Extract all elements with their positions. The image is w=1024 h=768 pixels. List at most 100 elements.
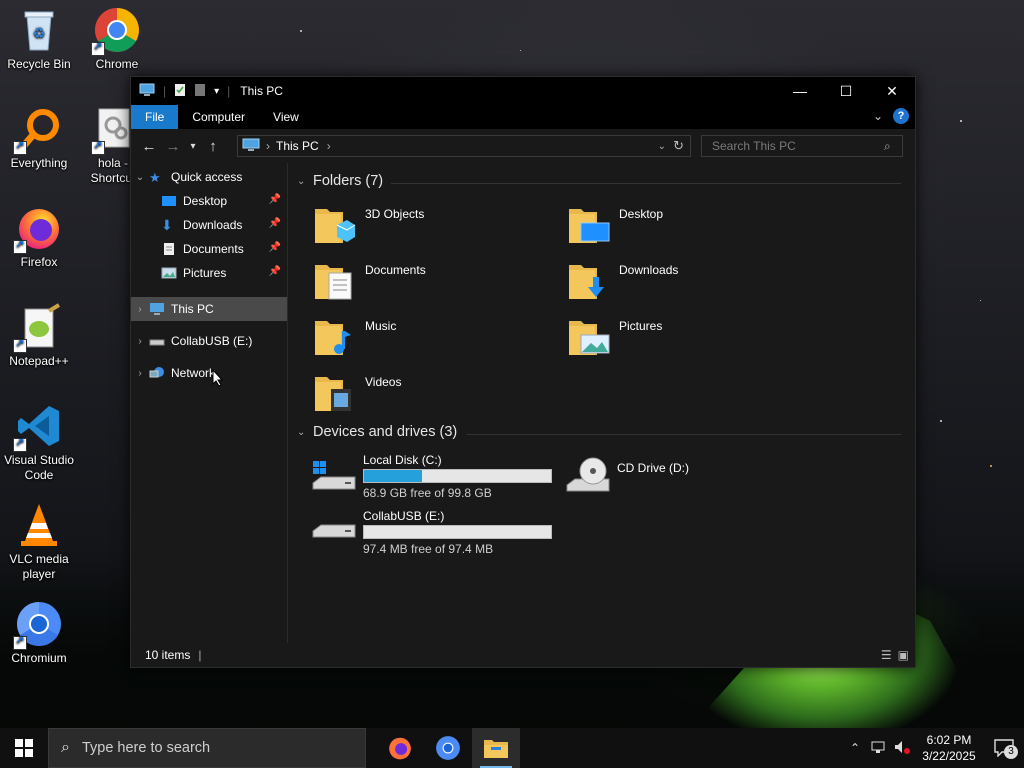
3d-objects-folder-icon [313, 201, 357, 245]
back-button[interactable]: ← [137, 138, 161, 155]
devices-group-header[interactable]: ⌄ Devices and drives (3) [297, 424, 457, 440]
address-dropdown-icon[interactable]: ⌄ [658, 141, 666, 152]
chevron-right-icon[interactable]: › [131, 336, 149, 347]
chromium-icon [436, 736, 460, 760]
chevron-down-icon[interactable]: ⌄ [297, 427, 313, 438]
folder-3d-objects[interactable]: 3D Objects [313, 201, 553, 253]
cd-drive-icon [565, 455, 611, 498]
chevron-down-icon[interactable]: ⌄ [131, 172, 149, 183]
pin-icon[interactable]: 📌 [269, 266, 281, 277]
recent-locations-button[interactable]: ▾ [185, 141, 201, 152]
desktop-icon-recycle-bin[interactable]: ♻ Recycle Bin [0, 6, 78, 72]
minimize-button[interactable]: — [777, 77, 823, 105]
desktop-icon-everything[interactable]: Everything [0, 105, 78, 171]
close-icon: ✕ [886, 82, 898, 99]
desktop-icon-label: VLC media player [9, 552, 69, 581]
this-pc-window-icon [139, 83, 155, 100]
details-view-icon[interactable]: ☰ [881, 648, 892, 662]
documents-folder-icon [313, 257, 357, 301]
title-bar[interactable]: | ▾ | This PC — ☐ ✕ [131, 77, 915, 105]
breadcrumb-chevron-icon[interactable]: › [327, 139, 331, 153]
taskbar-chromium[interactable] [424, 728, 472, 768]
start-button[interactable] [0, 728, 48, 768]
desktop-icon-vlc[interactable]: VLC media player [0, 501, 78, 582]
folder-downloads[interactable]: Downloads [567, 257, 807, 309]
shortcut-arrow-icon [13, 139, 27, 155]
desktop-icon-chromium[interactable]: Chromium [0, 600, 78, 666]
clock[interactable]: 6:02 PM 3/22/2025 [914, 732, 984, 764]
drive-cd-d[interactable]: CD Drive (D:) [565, 453, 815, 505]
desktop-icon-vscode[interactable]: Visual Studio Code [0, 402, 78, 483]
pin-icon[interactable]: 📌 [269, 194, 281, 205]
desktop-icon-firefox[interactable]: Firefox [0, 204, 78, 270]
drive-collabusb-e[interactable]: CollabUSB (E:) 97.4 MB free of 97.4 MB [311, 509, 561, 561]
folder-videos[interactable]: Videos [313, 369, 553, 421]
shortcut-arrow-icon [91, 40, 105, 56]
chevron-down-icon[interactable]: ⌄ [297, 176, 313, 187]
pin-icon[interactable]: 📌 [269, 218, 281, 229]
nav-quick-desktop[interactable]: Desktop 📌 [131, 189, 287, 213]
pin-icon[interactable]: 📌 [269, 242, 281, 253]
customize-toolbar-icon[interactable]: ▾ [214, 86, 219, 97]
nav-collabusb[interactable]: › CollabUSB (E:) [131, 329, 287, 353]
nav-quick-downloads[interactable]: ⬇ Downloads 📌 [131, 213, 287, 237]
taskbar-firefox[interactable] [376, 728, 424, 768]
nav-this-pc[interactable]: › This PC [131, 297, 287, 321]
folder-documents[interactable]: Documents [313, 257, 553, 309]
usb-drive-icon [149, 334, 165, 348]
folder-music[interactable]: Music [313, 313, 553, 365]
properties-icon[interactable] [174, 83, 186, 100]
close-button[interactable]: ✕ [869, 77, 915, 105]
maximize-icon: ☐ [839, 82, 853, 99]
action-center-button[interactable]: 3 [984, 739, 1024, 759]
nav-quick-access[interactable]: ⌄ ★ Quick access [131, 165, 287, 189]
expand-ribbon-icon[interactable]: ⌄ [873, 109, 883, 123]
volume-muted-icon[interactable] [890, 740, 914, 757]
maximize-button[interactable]: ☐ [823, 77, 869, 105]
folder-desktop[interactable]: Desktop [567, 201, 807, 253]
recycle-bin-icon: ♻ [15, 6, 63, 54]
address-bar[interactable]: › This PC › ⌄ ↻ [237, 135, 691, 157]
nav-network[interactable]: › Network [131, 361, 287, 385]
nav-label: CollabUSB (E:) [171, 334, 253, 348]
group-title: Devices and drives (3) [313, 424, 458, 440]
desktop-icon-notepadpp[interactable]: Notepad++ [0, 303, 78, 369]
large-icons-view-icon[interactable]: ▣ [898, 648, 909, 662]
drive-local-disk-c[interactable]: Local Disk (C:) 68.9 GB free of 99.8 GB [311, 453, 561, 505]
search-input[interactable] [710, 138, 884, 154]
usb-drive-icon [311, 519, 357, 552]
minimize-icon: — [793, 83, 807, 99]
nav-quick-pictures[interactable]: Pictures 📌 [131, 261, 287, 285]
desktop-icon-chrome[interactable]: Chrome [78, 6, 156, 72]
network-status-icon[interactable] [866, 740, 890, 757]
tab-file[interactable]: File [131, 105, 179, 129]
search-box[interactable]: ⌕ [701, 135, 903, 157]
star-icon: ★ [149, 170, 161, 185]
new-folder-icon[interactable] [194, 83, 206, 100]
chromium-icon [13, 600, 63, 650]
group-title: Folders (7) [313, 173, 384, 189]
breadcrumb-this-pc[interactable]: This PC [276, 139, 319, 153]
desktop-icon-label: Chromium [11, 651, 67, 665]
taskbar-file-explorer[interactable] [472, 728, 520, 768]
navigation-pane: ⌄ ★ Quick access Desktop 📌 ⬇ Downloads 📌… [131, 163, 288, 643]
windows-drive-icon [311, 459, 357, 498]
folder-pictures[interactable]: Pictures [567, 313, 807, 365]
taskbar-search-box[interactable]: ⌕ Type here to search [48, 728, 366, 768]
up-button[interactable]: ↑ [201, 138, 225, 155]
show-hidden-icons-icon[interactable]: ⌃ [844, 741, 866, 755]
drive-label: CD Drive (D:) [617, 461, 689, 475]
tab-computer[interactable]: Computer [178, 105, 259, 129]
help-icon[interactable]: ? [893, 108, 909, 124]
refresh-icon[interactable]: ↻ [673, 138, 684, 154]
chevron-right-icon[interactable]: › [131, 368, 149, 379]
folders-group-header[interactable]: ⌄ Folders (7) [297, 173, 383, 189]
tab-view[interactable]: View [259, 105, 313, 129]
forward-button[interactable]: → [161, 138, 185, 155]
nav-quick-documents[interactable]: Documents 📌 [131, 237, 287, 261]
chevron-right-icon[interactable]: › [131, 304, 149, 315]
file-explorer-icon [484, 740, 508, 758]
desktop-icon-label: Chrome [95, 57, 139, 71]
nav-label: This PC [171, 302, 214, 316]
desktop-icon-label: Everything [10, 156, 68, 170]
